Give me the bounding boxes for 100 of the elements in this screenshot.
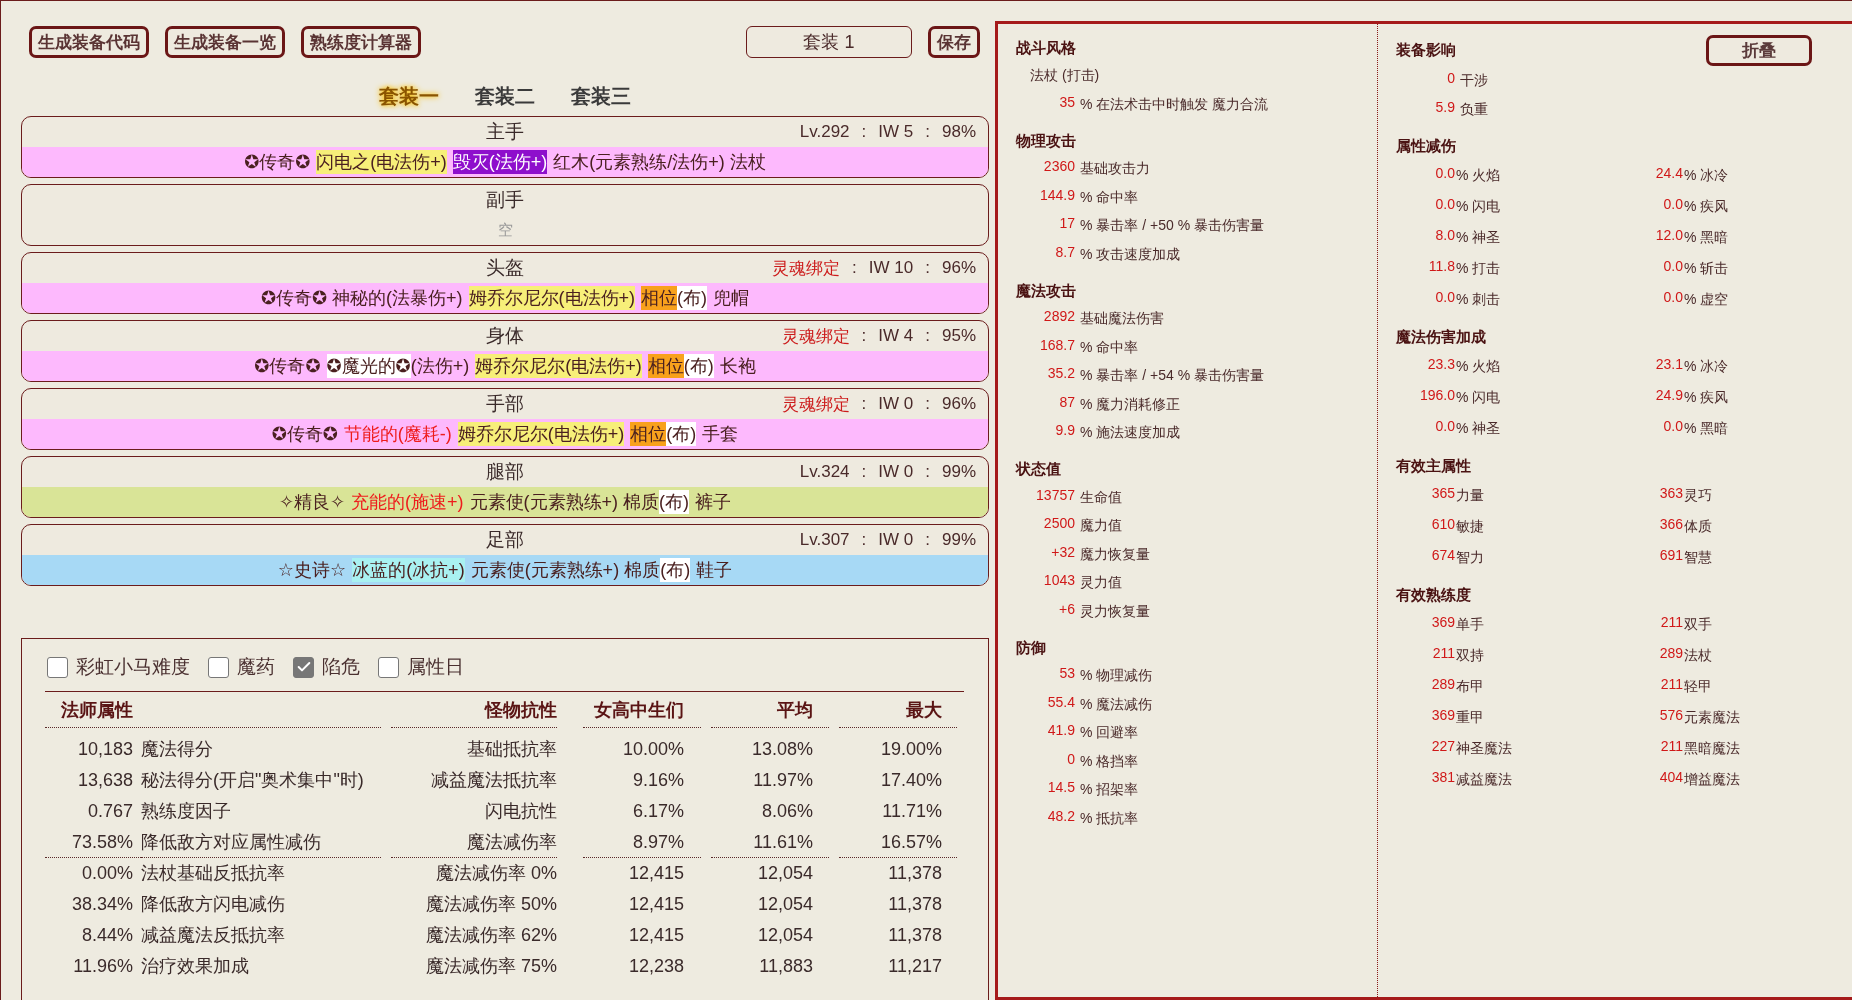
stat-label: 魔力恢复量 xyxy=(1080,545,1150,564)
stat-label: 增益魔法 xyxy=(1684,770,1740,789)
toolbar-button[interactable]: 熟练度计算器 xyxy=(301,26,421,58)
item-affix: (布) xyxy=(677,286,708,310)
stat-value: 24.4 xyxy=(1654,164,1683,181)
table-cell-text: 熟练度因子 xyxy=(141,800,232,823)
equipment-slot-card[interactable]: 腿部 Lv.324 : IW 0 : 99% ✧精良✧ 充能的(施速+) 元素使(元素熟练+) 棉质(布) 裤子 xyxy=(21,456,989,518)
equipment-slot-card[interactable]: 副手 空 xyxy=(21,184,989,246)
section-title: 有效熟练度 xyxy=(1396,584,1472,605)
stat-value: 211 xyxy=(1659,737,1683,754)
stat-label: % 回避率 xyxy=(1080,724,1139,743)
stat-label: % 施法速度加成 xyxy=(1080,424,1181,443)
stat-value: 0.0 xyxy=(1662,257,1683,274)
table-cell-text: 魔法减伤率 62% xyxy=(424,924,557,947)
stat-label: % 招架率 xyxy=(1080,781,1139,800)
item-affix: 姆乔尔尼尔(电法伤+) xyxy=(475,354,642,378)
set-tab[interactable]: 套装二 xyxy=(475,82,535,110)
stat-label: % 黑暗 xyxy=(1684,228,1729,247)
table-cell-text: 11,378 xyxy=(887,861,943,885)
table-cell-text: 魔法减伤率 50% xyxy=(424,893,557,916)
stat-label: 基础攻击力 xyxy=(1080,160,1150,179)
item-text: 裤子 xyxy=(695,491,732,514)
set-tab[interactable]: 套装一 xyxy=(379,82,439,110)
table-cell-text: 魔法减伤率 0% xyxy=(434,862,557,885)
stat-value: 289 xyxy=(1430,675,1455,692)
stat-value: 610 xyxy=(1430,515,1455,532)
table-cell-text: 法杖基础反抵抗率 xyxy=(141,862,286,885)
item-stat-text: 98% xyxy=(941,122,976,142)
table-cell-text: 12,238 xyxy=(627,954,685,978)
toolbar-button[interactable]: 生成装备一览 xyxy=(165,26,285,58)
stat-value: 2500 xyxy=(1042,515,1075,532)
stat-value: 0.0 xyxy=(1434,195,1455,212)
table-cell-text: 11,378 xyxy=(887,923,943,947)
section-title: 防御 xyxy=(1016,637,1047,658)
checkbox[interactable] xyxy=(47,656,68,678)
equipment-slot-card[interactable]: 头盔 灵魂绑定 : IW 10 : 96% ✪传奇✪ 神秘的(法暴伤+) 姆乔尔尼尔(电法伤+) 相位(布) 兜帽 xyxy=(21,252,989,314)
stat-value: 17 xyxy=(1058,215,1075,232)
stat-value: 369 xyxy=(1430,706,1455,723)
item-stat-text: 99% xyxy=(941,530,976,550)
soulbound-tag: 灵魂绑定 xyxy=(781,324,850,348)
stat-label: % 物理减伤 xyxy=(1080,667,1153,686)
separator-text: : xyxy=(861,530,867,550)
stat-label: % 冰冷 xyxy=(1684,357,1729,376)
stat-label: % 神圣 xyxy=(1456,419,1501,438)
equipment-slot-card[interactable]: 足部 Lv.307 : IW 0 : 99% ☆史诗☆ 冰蓝的(冰抗+) 元素使(元素熟练+) 棉质(布) 鞋子 xyxy=(21,524,989,586)
set-tab[interactable]: 套装三 xyxy=(571,82,631,110)
stat-label: 双持 xyxy=(1456,646,1484,665)
stat-label: 灵力恢复量 xyxy=(1080,602,1150,621)
collapse-button[interactable]: 折叠 xyxy=(1706,35,1812,66)
equipment-slot-card[interactable]: 手部 灵魂绑定 : IW 0 : 96% ✪传奇✪ 节能的(魔耗-) 姆乔尔尼尔(电法伤+) 相位(布) 手套 xyxy=(21,388,989,450)
stat-value: 53 xyxy=(1058,665,1075,682)
table-cell: 8.97% xyxy=(583,827,701,858)
separator-text: : xyxy=(925,326,930,346)
separator-text: : xyxy=(852,258,857,278)
table-cell-text: 19.00% xyxy=(879,737,943,761)
item-text: ✪传奇✪ xyxy=(254,355,321,378)
item-text: 元素使(元素熟练+) 棉质 xyxy=(469,491,660,514)
table-cell-text: 10.00% xyxy=(621,737,685,761)
item-stat-text: IW 0 xyxy=(878,530,914,550)
stat-value: 576 xyxy=(1658,706,1683,723)
item-stat-text: IW 0 xyxy=(878,394,914,414)
stat-value: 227 xyxy=(1430,737,1455,754)
checkbox[interactable] xyxy=(378,656,399,678)
stat-label: 智力 xyxy=(1456,548,1484,567)
stat-label: % 刺击 xyxy=(1456,290,1501,309)
item-affix: 毁灭(法伤+) xyxy=(452,150,548,174)
checkbox[interactable] xyxy=(208,656,229,678)
stat-label: 减益魔法 xyxy=(1456,770,1512,789)
stat-label: % 暴击率 / +54 % 暴击伤害量 xyxy=(1080,367,1264,386)
stat-value: 23.3 xyxy=(1426,355,1455,372)
stat-value: 211 xyxy=(1431,644,1455,661)
toolbar-button[interactable]: 生成装备代码 xyxy=(29,26,149,58)
stat-label: % 疾风 xyxy=(1684,197,1729,216)
set-name-field[interactable]: 套装 1 xyxy=(746,26,912,58)
stat-value: 35 xyxy=(1058,93,1075,110)
save-button[interactable]: 保存 xyxy=(928,26,980,58)
checkbox[interactable] xyxy=(293,656,314,678)
checkbox-label: 属性日 xyxy=(407,655,464,679)
stat-label: 单手 xyxy=(1456,615,1484,634)
table-cell-text: 秘法得分(开启"奥术集中"时) xyxy=(141,769,365,792)
item-stat-text: 99% xyxy=(941,462,976,482)
stat-label: 法杖 xyxy=(1684,646,1712,665)
item-affix: 闪电之(电法伤+) xyxy=(316,150,447,174)
table-cell-text: 9.16% xyxy=(631,768,685,792)
stat-label: 魔力值 xyxy=(1080,517,1122,536)
separator-text: : xyxy=(925,462,930,482)
soulbound-tag: 灵魂绑定 xyxy=(772,256,841,280)
item-stat-text: 95% xyxy=(941,326,976,346)
stat-label: 负重 xyxy=(1460,100,1488,119)
stat-value: 0.0 xyxy=(1434,164,1455,181)
table-cell-text: 治疗效果加成 xyxy=(141,955,250,978)
stat-value: 168.7 xyxy=(1038,336,1075,353)
stat-label: % 斩击 xyxy=(1684,259,1729,278)
stat-label: 元素魔法 xyxy=(1684,708,1740,727)
stat-label: 布甲 xyxy=(1456,677,1484,696)
equipment-slot-card[interactable]: 主手 Lv.292 : IW 5 : 98% ✪传奇✪ 闪电之(电法伤+) 毁灭(法伤+) 红木(元素熟练/法伤+) 法杖 xyxy=(21,116,989,178)
item-level: Lv.292 xyxy=(799,122,850,142)
stat-value: 0.0 xyxy=(1434,417,1455,434)
table-cell-text: 8.06% xyxy=(760,799,814,823)
separator-text: : xyxy=(925,122,930,142)
